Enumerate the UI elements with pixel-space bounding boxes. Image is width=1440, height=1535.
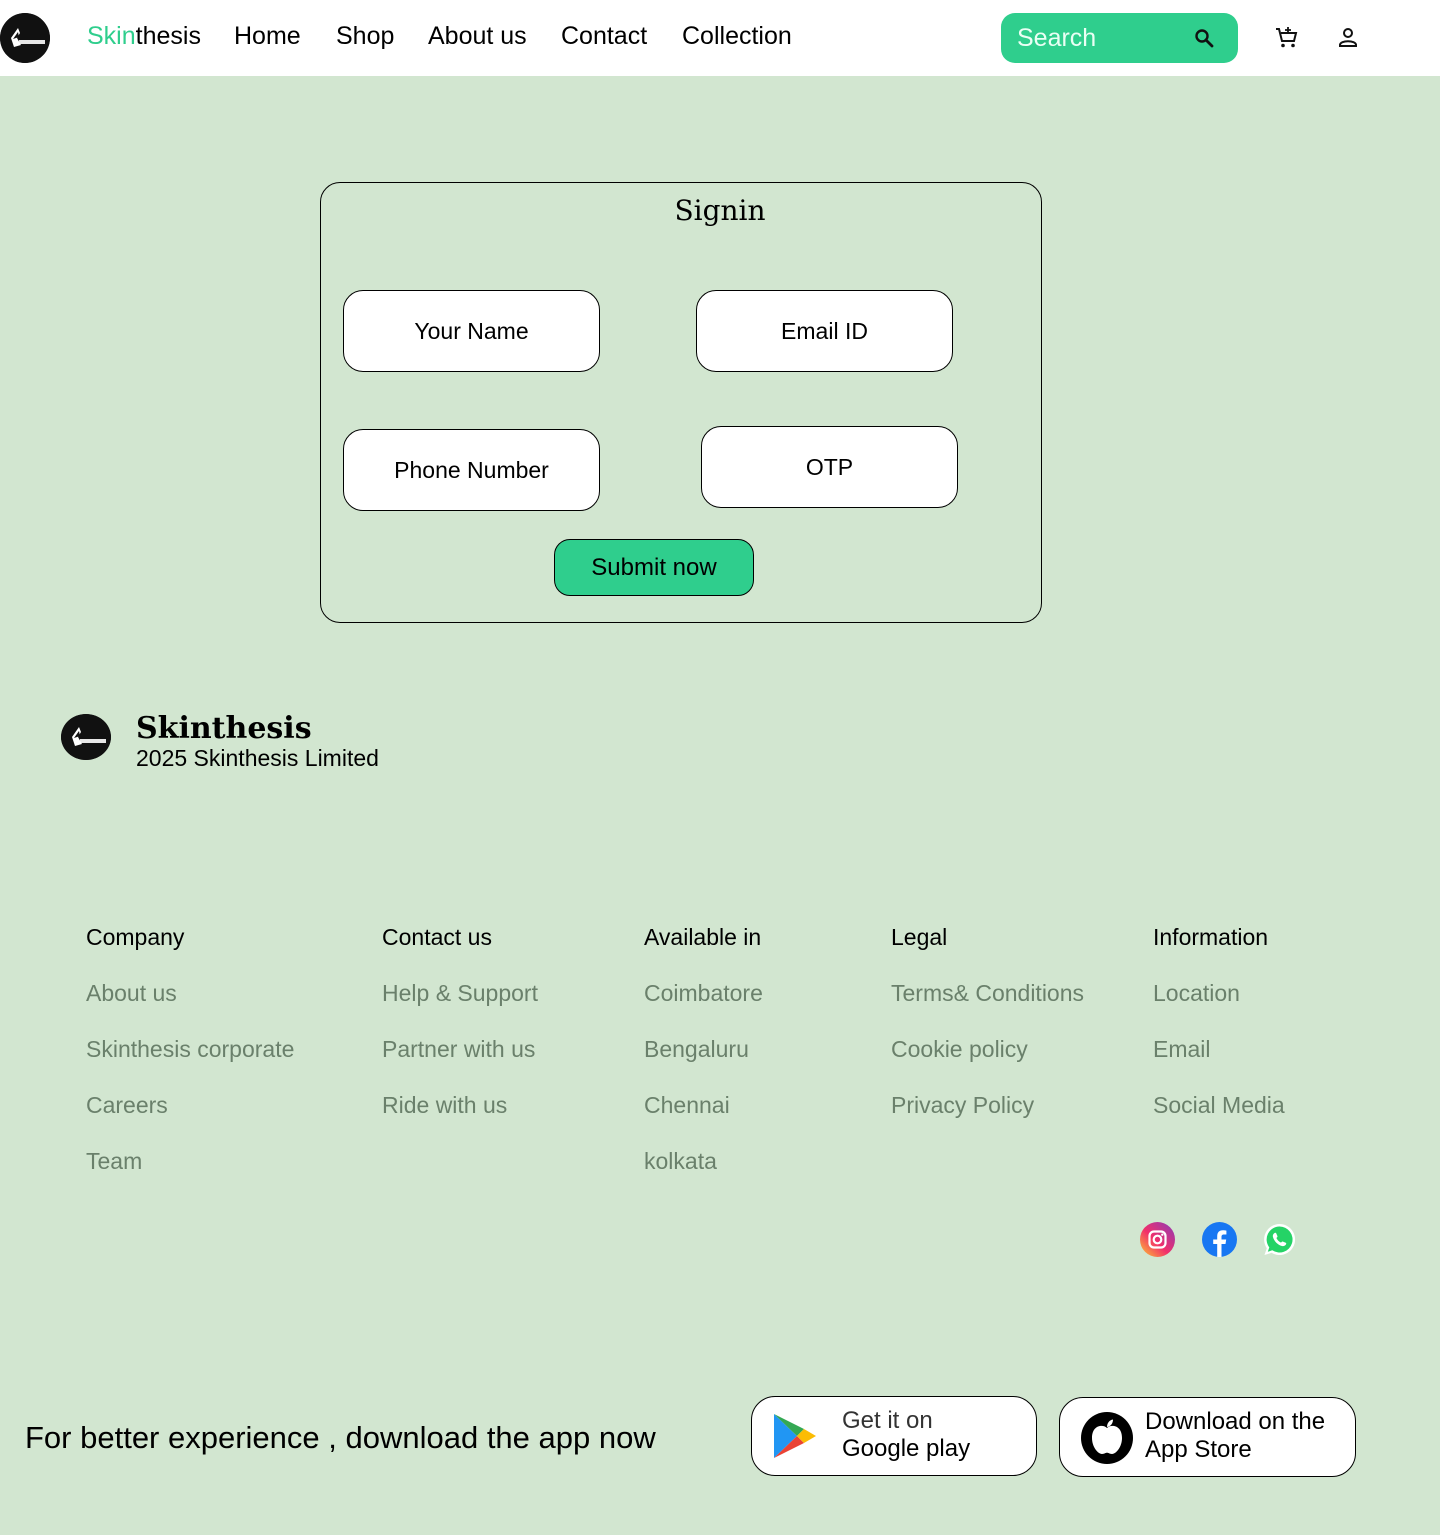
name-field-box bbox=[343, 290, 600, 372]
footer-col-heading: Information bbox=[1153, 924, 1269, 950]
footer-col-available: Available in Coimbatore Bengaluru Chenna… bbox=[644, 922, 763, 1202]
footer-link-kolkata[interactable]: kolkata bbox=[644, 1146, 763, 1202]
apple-icon bbox=[1080, 1411, 1134, 1465]
footer-link-coimbatore[interactable]: Coimbatore bbox=[644, 978, 763, 1034]
footer-col-heading: Company bbox=[86, 924, 185, 950]
facebook-icon[interactable] bbox=[1202, 1222, 1237, 1257]
footer-logo bbox=[61, 714, 111, 760]
otp-field-box bbox=[701, 426, 958, 508]
google-play-icon bbox=[770, 1411, 820, 1461]
footer-link-careers[interactable]: Careers bbox=[86, 1090, 294, 1146]
footer-link-cookie[interactable]: Cookie policy bbox=[891, 1034, 1084, 1090]
google-play-button[interactable]: Get it on Google play bbox=[751, 1396, 1037, 1476]
header: Skinthesis Home Shop About us Contact Co… bbox=[0, 0, 1440, 76]
search-input[interactable] bbox=[1017, 13, 1177, 63]
whatsapp-icon[interactable] bbox=[1262, 1222, 1297, 1257]
search-box bbox=[1001, 13, 1238, 63]
footer-col-heading: Legal bbox=[891, 924, 948, 950]
brand-accent: Skin bbox=[87, 22, 136, 50]
name-field[interactable] bbox=[344, 291, 599, 371]
nav-collection[interactable]: Collection bbox=[682, 22, 792, 51]
google-play-line1: Get it on bbox=[842, 1407, 933, 1434]
nav-about-us[interactable]: About us bbox=[428, 22, 527, 51]
footer-col-contact: Contact us Help & Support Partner with u… bbox=[382, 922, 538, 1146]
phone-field[interactable] bbox=[344, 430, 599, 510]
footer-link-terms[interactable]: Terms& Conditions bbox=[891, 978, 1084, 1034]
footer-link-bengaluru[interactable]: Bengaluru bbox=[644, 1034, 763, 1090]
footer-link-social-media[interactable]: Social Media bbox=[1153, 1090, 1285, 1146]
app-promo-text: For better experience , download the app… bbox=[25, 1420, 656, 1455]
footer-link-ride[interactable]: Ride with us bbox=[382, 1090, 538, 1146]
footer-link-team[interactable]: Team bbox=[86, 1146, 294, 1202]
otp-field[interactable] bbox=[702, 427, 957, 507]
cart-icon[interactable] bbox=[1273, 24, 1301, 52]
footer-link-about-us[interactable]: About us bbox=[86, 978, 294, 1034]
instagram-icon[interactable] bbox=[1140, 1222, 1175, 1257]
app-store-line1: Download on the bbox=[1145, 1408, 1326, 1435]
phone-field-box bbox=[343, 429, 600, 511]
search-icon[interactable] bbox=[1192, 26, 1216, 50]
email-field-box bbox=[696, 290, 953, 372]
nav-shop[interactable]: Shop bbox=[336, 22, 394, 51]
footer-col-heading: Available in bbox=[644, 924, 762, 950]
footer-link-privacy[interactable]: Privacy Policy bbox=[891, 1090, 1084, 1146]
footer-link-corporate[interactable]: Skinthesis corporate bbox=[86, 1034, 294, 1090]
footer-col-information: Information Location Email Social Media bbox=[1153, 922, 1285, 1146]
footer-col-heading: Contact us bbox=[382, 924, 492, 950]
logo[interactable] bbox=[0, 13, 50, 63]
email-field[interactable] bbox=[697, 291, 952, 371]
app-store-button[interactable]: Download on the App Store bbox=[1059, 1397, 1356, 1477]
footer-brand-name: Skinthesis bbox=[136, 711, 312, 746]
footer-col-legal: Legal Terms& Conditions Cookie policy Pr… bbox=[891, 922, 1084, 1146]
footer-col-company: Company About us Skinthesis corporate Ca… bbox=[86, 922, 294, 1202]
footer-copyright: 2025 Skinthesis Limited bbox=[136, 745, 379, 771]
footer-link-location[interactable]: Location bbox=[1153, 978, 1285, 1034]
google-play-line2: Google play bbox=[842, 1435, 971, 1462]
submit-button[interactable]: Submit now bbox=[554, 539, 754, 596]
signin-title: Signin bbox=[674, 194, 766, 227]
footer-link-help[interactable]: Help & Support bbox=[382, 978, 538, 1034]
brand-rest: thesis bbox=[135, 22, 201, 50]
app-store-line2: App Store bbox=[1145, 1436, 1252, 1463]
footer-link-chennai[interactable]: Chennai bbox=[644, 1090, 763, 1146]
brand-name[interactable]: Skinthesis bbox=[87, 22, 201, 51]
user-icon[interactable] bbox=[1334, 24, 1362, 52]
nav-contact[interactable]: Contact bbox=[561, 22, 647, 51]
footer-link-email[interactable]: Email bbox=[1153, 1034, 1285, 1090]
footer-link-partner[interactable]: Partner with us bbox=[382, 1034, 538, 1090]
nav-home[interactable]: Home bbox=[234, 22, 301, 51]
